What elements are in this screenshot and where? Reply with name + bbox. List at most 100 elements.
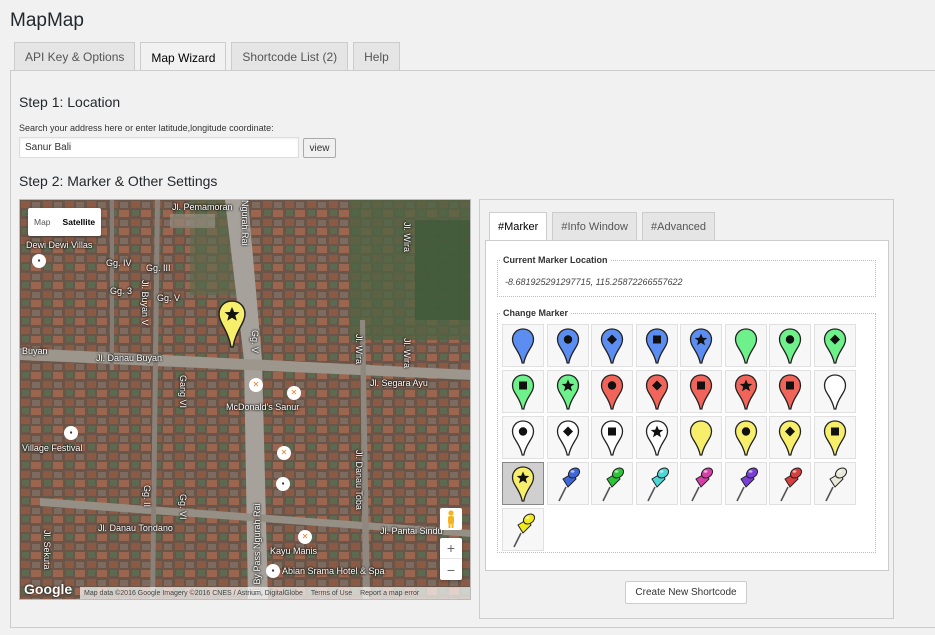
marker-option[interactable] — [680, 462, 722, 505]
marker-option[interactable] — [724, 324, 767, 367]
pushpin-icon — [780, 466, 803, 501]
map-label: Jl. Wira — [354, 334, 364, 364]
restaurant-icon: ✕ — [249, 378, 263, 392]
settings-tabs: #Marker #Info Window #Advanced — [489, 212, 720, 241]
zoom-out-button[interactable]: − — [440, 559, 462, 580]
zoom-control: + − — [440, 538, 462, 580]
map-pin-icon — [778, 373, 802, 410]
satellite-imagery — [20, 200, 470, 599]
map-type-satellite[interactable]: Satellite — [57, 208, 102, 236]
tab-shortcode-list[interactable]: Shortcode List (2) — [231, 42, 349, 71]
marker-option[interactable] — [546, 462, 589, 505]
app-title: MapMap — [10, 10, 84, 31]
hotel-icon: ▪ — [266, 564, 280, 578]
map-pin-icon — [734, 373, 757, 410]
marker-option[interactable] — [724, 370, 767, 413]
map-pin-icon — [511, 373, 535, 410]
tab-map-wizard[interactable]: Map Wizard — [140, 42, 227, 72]
marker-option[interactable] — [502, 462, 544, 505]
map-attribution: Map data ©2016 Google Imagery ©2016 CNES… — [80, 587, 470, 599]
marker-option[interactable] — [680, 416, 722, 459]
map-label: Gang VI — [178, 375, 188, 409]
hotel-icon: ▪ — [32, 254, 46, 268]
map-label: Jl. Danau Buyan — [96, 353, 163, 363]
marker-option[interactable] — [635, 416, 678, 459]
pushpin-icon — [735, 466, 758, 501]
map-type-map[interactable]: Map — [28, 208, 57, 236]
pushpin-icon — [691, 466, 714, 501]
marker-option[interactable] — [546, 416, 589, 459]
tab-help[interactable]: Help — [353, 42, 400, 71]
map-label: Gg. V — [250, 330, 260, 354]
current-location-legend: Current Marker Location — [501, 255, 610, 265]
pushpin-icon — [557, 466, 580, 501]
marker-option[interactable] — [769, 462, 811, 505]
marker-option[interactable] — [724, 462, 767, 505]
marker-option[interactable] — [813, 324, 856, 367]
map-label: Jl. Buyan V — [140, 280, 150, 326]
map-label: Jl. Sekuta — [42, 530, 52, 570]
marker-option[interactable] — [502, 370, 544, 413]
marker-option[interactable] — [546, 370, 589, 413]
address-hint: Search your address here or enter latitu… — [19, 123, 274, 133]
map-pin-icon — [734, 327, 757, 364]
map-pin-icon — [778, 327, 802, 364]
map-label: Gg. II — [142, 485, 152, 508]
terms-link[interactable]: Terms of Use — [311, 590, 352, 597]
marker-option[interactable] — [502, 508, 544, 551]
marker-option[interactable] — [591, 324, 633, 367]
map-pin-icon — [600, 373, 624, 410]
marker-option[interactable] — [635, 370, 678, 413]
tab-advanced[interactable]: #Advanced — [642, 212, 716, 240]
map-pin-icon — [556, 419, 579, 456]
pushpin-icon — [824, 466, 847, 501]
marker-option[interactable] — [813, 416, 856, 459]
tab-marker[interactable]: #Marker — [489, 212, 548, 241]
marker-grid — [502, 324, 856, 553]
marker-option[interactable] — [591, 416, 633, 459]
marker-option[interactable] — [769, 370, 811, 413]
marker-option[interactable] — [680, 324, 722, 367]
map-pin-icon — [689, 327, 713, 364]
marker-option[interactable] — [502, 416, 544, 459]
marker-option[interactable] — [591, 462, 633, 505]
marker-option[interactable] — [591, 370, 633, 413]
map-pin-icon — [556, 373, 579, 410]
pegman-icon[interactable] — [440, 508, 462, 530]
map-label: Gg. V — [157, 293, 181, 303]
marker-option[interactable] — [546, 324, 589, 367]
map-pin-icon — [600, 419, 624, 456]
marker-option[interactable] — [813, 370, 856, 413]
marker-option[interactable] — [680, 370, 722, 413]
create-shortcode-button[interactable]: Create New Shortcode — [625, 581, 747, 604]
pushpin-icon — [602, 466, 625, 501]
tab-info-window[interactable]: #Info Window — [552, 212, 637, 240]
restaurant-icon: ✕ — [277, 446, 291, 460]
report-error-link[interactable]: Report a map error — [360, 590, 419, 597]
map-data-credit: Map data ©2016 Google Imagery ©2016 CNES… — [84, 589, 303, 597]
marker-option[interactable] — [724, 416, 767, 459]
map-label: Jl. Segara Ayu — [370, 378, 428, 388]
marker-option[interactable] — [813, 462, 856, 505]
map-label: Village Festival — [22, 443, 83, 453]
map-pin-icon — [645, 373, 668, 410]
map-marker-icon[interactable] — [218, 300, 246, 350]
map-type-control: Map Satellite — [28, 208, 102, 236]
zoom-in-button[interactable]: + — [440, 538, 462, 559]
place-icon: ▪ — [276, 477, 290, 491]
marker-option[interactable] — [635, 324, 678, 367]
pushpin-icon — [513, 512, 536, 547]
address-input[interactable] — [19, 137, 299, 158]
tab-api-key[interactable]: API Key & Options — [14, 42, 136, 71]
map-canvas[interactable]: Map Satellite Jl. Pemamoran Ngurah Rai J… — [19, 199, 471, 600]
step2-title: Step 2: Marker & Other Settings — [19, 173, 218, 189]
main-tabs: API Key & Options Map Wizard Shortcode L… — [14, 42, 405, 72]
map-pin-icon — [511, 419, 535, 456]
view-button[interactable]: view — [303, 138, 336, 158]
marker-option[interactable] — [635, 462, 678, 505]
marker-option[interactable] — [502, 324, 544, 367]
map-label: Dewi Dewi Villas — [26, 240, 93, 250]
map-label: Kayu Manis — [270, 546, 318, 556]
marker-option[interactable] — [769, 416, 811, 459]
marker-option[interactable] — [769, 324, 811, 367]
